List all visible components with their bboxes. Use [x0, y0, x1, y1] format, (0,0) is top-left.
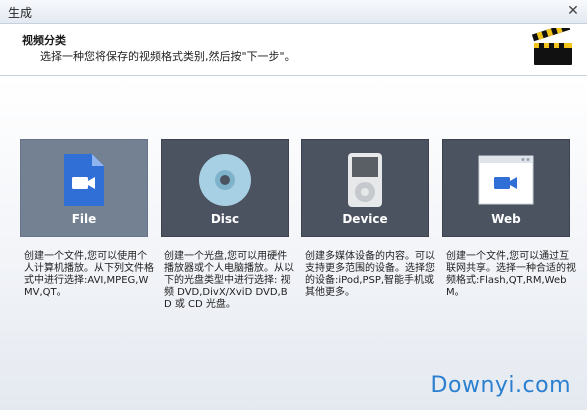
- step-header: 视频分类 选择一种您将保存的视频格式类别,然后按"下一步"。: [0, 24, 587, 76]
- category-card-device[interactable]: Device: [301, 139, 429, 237]
- media-player-icon: [348, 153, 382, 207]
- window-title: 生成: [8, 6, 33, 20]
- watermark: Downyi.com: [430, 373, 571, 398]
- clapperboard-icon: [531, 28, 572, 65]
- video-file-icon: [64, 154, 104, 206]
- category-label: Web: [491, 212, 521, 226]
- step-subtitle: 选择一种您将保存的视频格式类别,然后按"下一步"。: [40, 50, 296, 63]
- title-bar: 生成 ✕: [0, 0, 587, 24]
- disc-icon: [199, 154, 251, 206]
- category-card-file[interactable]: File: [20, 139, 148, 237]
- step-title: 视频分类: [22, 34, 66, 47]
- category-description: 创建一个光盘,您可以用硬件播放器或个人电脑播放。从以下的光盘类型中进行选择: 视…: [164, 251, 294, 310]
- category-card-disc[interactable]: Disc: [161, 139, 289, 237]
- category-card-web[interactable]: Web: [442, 139, 570, 237]
- close-icon[interactable]: ✕: [565, 3, 581, 19]
- category-label: Disc: [210, 212, 240, 226]
- category-label: Device: [342, 212, 388, 226]
- category-description: 创建一个文件,您可以使用个人计算机播放。从下列文件格式中进行选择:AVI,MPE…: [24, 251, 154, 298]
- category-description: 创建一个文件,您可以通过互联网共享。选择一种合适的视频格式:Flash,QT,R…: [446, 251, 576, 298]
- web-video-icon: [478, 155, 534, 205]
- category-label: File: [71, 212, 97, 226]
- category-description: 创建多媒体设备的内容。可以支持更多范围的设备。选择您的设备:iPod,PSP,智…: [305, 251, 435, 298]
- category-area: File Disc Device Web 创建一个文件,您可以使用个人计算机播放…: [0, 77, 587, 410]
